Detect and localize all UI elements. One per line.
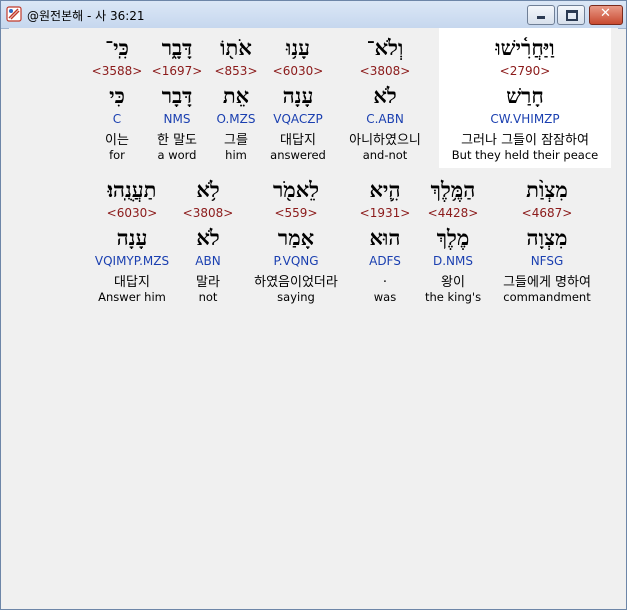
parsing-code: O.MZS (216, 112, 256, 126)
strong-number[interactable]: <1697> (149, 64, 205, 78)
english-gloss: a word (157, 148, 197, 162)
strong-number[interactable]: <1931> (357, 206, 413, 220)
english-gloss: for (109, 148, 125, 162)
korean-gloss: 한 말도 (156, 133, 197, 148)
verse-row-1: וַיַּחֲרִ֫ישׁוּ <2790> חָרַשׁ CW.VHIMZP … (9, 28, 618, 168)
hebrew-word: דָּבָ֑ר (161, 35, 193, 60)
parsing-code: C (112, 112, 122, 126)
english-gloss: him (225, 148, 247, 162)
strong-number[interactable]: <3588> (91, 64, 143, 78)
korean-gloss: 왕이 (441, 275, 465, 290)
hebrew-lemma: עָנָה (116, 225, 148, 250)
hebrew-word: כִּֽי־ (105, 35, 129, 60)
hebrew-word: לֹ֥א (196, 177, 220, 202)
hebrew-lemma: אֵת (222, 83, 250, 108)
app-logo-icon (6, 6, 22, 22)
close-button[interactable] (589, 5, 623, 25)
hebrew-word: עָנ֥וּ (285, 35, 311, 60)
english-gloss: Answer him (98, 290, 166, 304)
english-gloss: the king's (424, 290, 482, 304)
korean-gloss: 그들에게 명하여 (503, 275, 591, 290)
parsing-code: CW.VHIMZP (490, 112, 560, 126)
english-gloss: But they held their peace (451, 148, 599, 162)
hebrew-lemma: חָרַשׁ (506, 83, 544, 108)
parsing-code: C.ABN (366, 112, 404, 126)
hebrew-lemma: לֹא (196, 225, 220, 250)
interlinear-panel: וַיַּחֲרִ֫ישׁוּ <2790> חָרַשׁ CW.VHIMZP … (9, 28, 618, 603)
english-gloss: answered (270, 148, 326, 162)
hebrew-lemma: הוּא (369, 225, 401, 250)
english-gloss: not (198, 290, 218, 304)
hebrew-word: הִ֛יא (369, 177, 401, 202)
hebrew-lemma: מִצְוָה (526, 225, 568, 250)
english-gloss: saying (277, 290, 315, 304)
minimize-button[interactable] (527, 5, 555, 25)
word-cell[interactable]: מִצְוַ֨ת <4687> מִצְוָה NFSG 그들에게 명하여 co… (495, 170, 599, 310)
hebrew-word: לֵאמֹ֖ר (272, 177, 320, 202)
word-cell[interactable]: לֹ֥א <3808> לֹא ABN 말라 not (181, 170, 235, 310)
strong-number[interactable]: <3808> (339, 64, 431, 78)
korean-gloss: 대답지 (280, 133, 316, 148)
word-cell[interactable]: הַמֶּ֥לֶךְ <4428> מֶלֶךְ D.NMS 왕이 the ki… (417, 170, 489, 310)
word-cell[interactable]: הִ֛יא <1931> הוּא ADFS . was (357, 170, 413, 310)
hebrew-word: הַמֶּ֥לֶךְ (430, 177, 476, 202)
word-cell[interactable]: עָנ֥וּ <6030> עָנָה VQACZP 대답지 answered (265, 28, 331, 168)
strong-number[interactable]: <4687> (495, 206, 599, 220)
word-cell[interactable]: לֵאמֹ֖ר <559> אָמַר P.VQNG 하였음이었더라 sayin… (241, 170, 351, 310)
hebrew-lemma: עָנָה (282, 83, 314, 108)
korean-gloss: 이는 (105, 133, 129, 148)
korean-gloss: 아니하였으니 (349, 133, 421, 148)
parsing-code: VQACZP (273, 112, 323, 126)
parsing-code: ADFS (369, 254, 401, 268)
parsing-code: ABN (195, 254, 221, 268)
strong-number[interactable]: <853> (211, 64, 261, 78)
strong-number[interactable]: <3808> (181, 206, 235, 220)
word-cell[interactable]: תַעֲנֻֽהוּ׃ <6030> עָנָה VQIMYP.MZS 대답지 … (89, 170, 175, 310)
app-window: @원전본해 - 사 36:21 וַיַּחֲרִ֫ישׁוּ <2790> ח… (0, 0, 627, 610)
strong-number[interactable]: <559> (241, 206, 351, 220)
english-gloss: and-not (362, 148, 408, 162)
strong-number[interactable]: <2790> (439, 64, 611, 78)
maximize-button[interactable] (557, 5, 585, 25)
hebrew-lemma: דָּבָר (161, 83, 193, 108)
korean-gloss: . (382, 271, 388, 286)
word-cell[interactable]: כִּֽי־ <3588> כִּי C 이는 for (91, 28, 143, 168)
korean-gloss: 하였음이었더라 (254, 275, 338, 290)
strong-number[interactable]: <6030> (89, 206, 175, 220)
hebrew-word: מִצְוַ֨ת (526, 177, 568, 202)
parsing-code: NFSG (530, 254, 564, 268)
hebrew-lemma: מֶלֶךְ (436, 225, 470, 250)
word-cell[interactable]: וְלֹא־ <3808> לֹא C.ABN 아니하였으니 and-not (339, 28, 431, 168)
strong-number[interactable]: <4428> (417, 206, 489, 220)
hebrew-lemma: לֹא (373, 83, 397, 108)
hebrew-lemma: אָמַר (277, 225, 315, 250)
hebrew-word: אֹת֖וֹ (220, 35, 252, 60)
hebrew-lemma: כִּי (109, 83, 125, 108)
window-title: @원전본해 - 사 36:21 (27, 9, 145, 23)
hebrew-word: תַעֲנֻֽהוּ׃ (107, 177, 157, 202)
word-cell[interactable]: אֹת֖וֹ <853> אֵת O.MZS 그를 him (211, 28, 261, 168)
english-gloss: commandment (503, 290, 591, 304)
parsing-code: VQIMYP.MZS (94, 254, 170, 268)
title-bar[interactable]: @원전본해 - 사 36:21 (1, 1, 626, 29)
parsing-code: NMS (163, 112, 191, 126)
parsing-code: D.NMS (432, 254, 473, 268)
korean-gloss: 그러나 그들이 잠잠하여 (461, 133, 589, 148)
hebrew-word: וַיַּחֲרִ֫ישׁוּ (495, 35, 555, 60)
word-cell[interactable]: וַיַּחֲרִ֫ישׁוּ <2790> חָרַשׁ CW.VHIMZP … (439, 28, 611, 168)
korean-gloss: 말라 (196, 275, 220, 290)
word-cell[interactable]: דָּבָ֑ר <1697> דָּבָר NMS 한 말도 a word (149, 28, 205, 168)
korean-gloss: 그를 (224, 133, 248, 148)
verse-row-2: מִצְוַ֨ת <4687> מִצְוָה NFSG 그들에게 명하여 co… (9, 170, 618, 310)
english-gloss: was (373, 290, 397, 304)
korean-gloss: 대답지 (114, 275, 150, 290)
hebrew-word: וְלֹא־ (366, 35, 404, 60)
strong-number[interactable]: <6030> (265, 64, 331, 78)
parsing-code: P.VQNG (273, 254, 319, 268)
